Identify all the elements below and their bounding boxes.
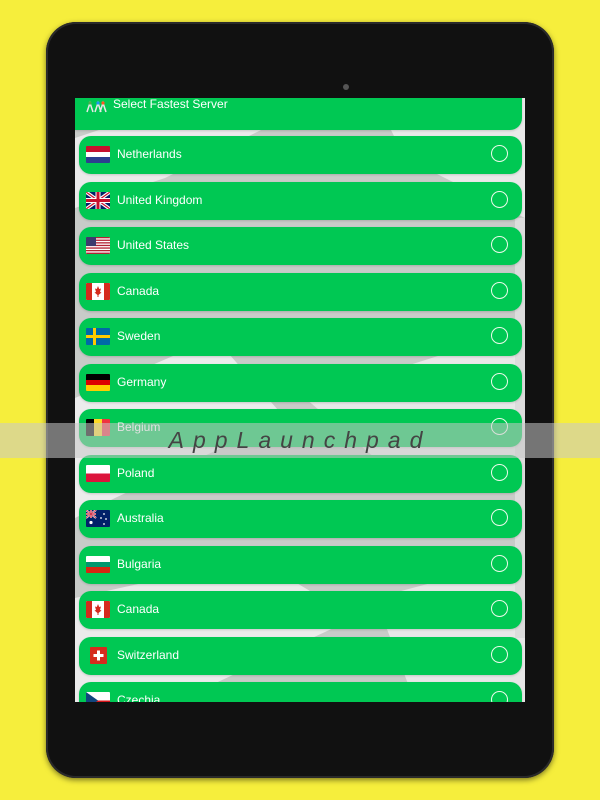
radio-button[interactable] (491, 191, 508, 208)
server-item-netherlands[interactable]: Netherlands (79, 136, 522, 174)
radio-button[interactable] (491, 509, 508, 526)
us-flag-icon (86, 237, 110, 254)
poland-flag-icon (86, 465, 110, 482)
radio-button[interactable] (491, 145, 508, 162)
server-name: Germany (117, 375, 167, 389)
server-name: Switzerland (117, 648, 180, 662)
server-name: United States (117, 238, 190, 252)
server-item-canada[interactable]: Canada (79, 273, 522, 311)
server-name: United Kingdom (117, 193, 203, 207)
radio-button[interactable] (491, 236, 508, 253)
radio-button[interactable] (491, 327, 508, 344)
server-name: Netherlands (117, 147, 182, 161)
canada-flag-icon (86, 283, 110, 300)
server-item-united-states[interactable]: United States (79, 227, 522, 265)
radio-button[interactable] (491, 373, 508, 390)
server-name: Canada (117, 284, 160, 298)
server-item-germany[interactable]: Germany (79, 364, 522, 402)
watermark-band: AppLaunchpad (0, 423, 600, 458)
server-name: Sweden (117, 329, 161, 343)
server-item-bulgaria[interactable]: Bulgaria (79, 546, 522, 584)
server-item-australia[interactable]: Australia (79, 500, 522, 538)
canada-flag-icon (86, 601, 110, 618)
server-item-switzerland[interactable]: Switzerland (79, 637, 522, 675)
radio-button[interactable] (491, 464, 508, 481)
server-item-poland[interactable]: Poland (79, 455, 522, 493)
watermark-text: AppLaunchpad (168, 427, 432, 453)
server-name: Australia (117, 511, 164, 525)
fastest-server-label: Select Fastest Server (113, 98, 228, 111)
server-name: Poland (117, 466, 155, 480)
radio-button[interactable] (491, 555, 508, 572)
sweden-flag-icon (86, 328, 110, 345)
server-item-canada-2[interactable]: Canada (79, 591, 522, 629)
uk-flag-icon (86, 192, 110, 209)
server-name: Czechia (117, 693, 161, 702)
switzerland-flag-icon (90, 647, 107, 664)
server-item-united-kingdom[interactable]: United Kingdom (79, 182, 522, 220)
bulgaria-flag-icon (86, 556, 110, 573)
australia-flag-icon (86, 510, 110, 527)
fastest-server-item[interactable]: Select Fastest Server (75, 98, 522, 130)
server-item-sweden[interactable]: Sweden (79, 318, 522, 356)
server-item-czechia[interactable]: Czechia (79, 682, 522, 702)
camera-icon (343, 84, 349, 90)
multi-server-icon (86, 100, 107, 113)
server-name: Canada (117, 602, 160, 616)
netherlands-flag-icon (86, 146, 110, 163)
germany-flag-icon (86, 374, 110, 391)
server-list-screen: Select Fastest Server Netherlands United… (75, 98, 525, 702)
radio-button[interactable] (491, 691, 508, 702)
server-name: Bulgaria (117, 557, 162, 571)
czechia-flag-icon (86, 692, 110, 702)
radio-button[interactable] (491, 646, 508, 663)
radio-button[interactable] (491, 282, 508, 299)
radio-button[interactable] (491, 600, 508, 617)
